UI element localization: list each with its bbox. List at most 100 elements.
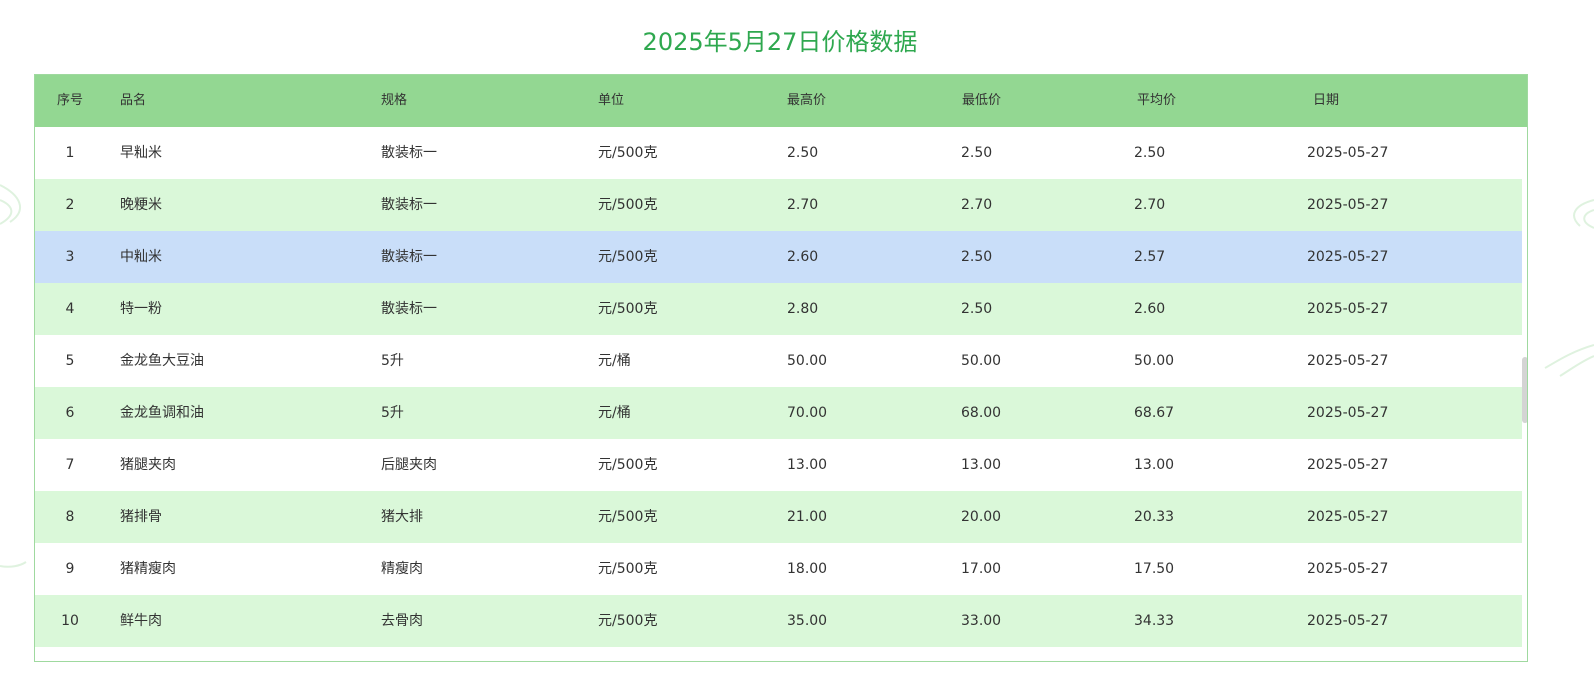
header-unit: 单位 [598, 93, 625, 108]
table-row[interactable]: 4 特一粉 散装标一 元/500克 2.80 2.50 2.60 2025-05-27 [35, 283, 1522, 335]
table-body[interactable]: 1 早籼米 散装标一 元/500克 2.50 2.50 2.50 2025-05-27 2 晚粳米… [35, 127, 1522, 647]
table-row[interactable]: 3 中籼米 散装标一 元/500克 2.60 2.50 2.57 2025-05-27 [35, 231, 1522, 283]
price-page: 2025年5月27日价格数据 序号 品名 规格 单位 最高价 最低价 平均价 日… [0, 0, 1594, 690]
table-row[interactable]: 9 猪精瘦肉 精瘦肉 元/500克 18.00 17.00 17.50 2025-05-27 [35, 543, 1522, 595]
header-spec: 规格 [381, 93, 408, 108]
header-date: 日期 [1313, 93, 1340, 108]
cell-avg-price: 13.00 [1134, 457, 1175, 473]
cell-min-price: 50.00 [961, 353, 1002, 369]
header-avg-price: 平均价 [1137, 93, 1177, 108]
cell-max-price: 21.00 [787, 509, 828, 525]
cell-index: 1 [65, 145, 75, 161]
cell-index: 6 [65, 405, 75, 421]
cell-avg-price: 2.60 [1134, 301, 1166, 317]
table-row[interactable]: 1 早籼米 散装标一 元/500克 2.50 2.50 2.50 2025-05-27 [35, 127, 1522, 179]
cell-spec: 猪大排 [381, 509, 423, 525]
cell-spec: 散装标一 [381, 249, 437, 265]
header-min-price: 最低价 [962, 93, 1002, 108]
cell-unit: 元/500克 [598, 145, 658, 161]
cell-avg-price: 20.33 [1134, 509, 1175, 525]
cell-unit: 元/500克 [598, 457, 658, 473]
cell-index: 7 [65, 457, 75, 473]
cell-index: 3 [65, 249, 75, 265]
cell-date: 2025-05-27 [1307, 509, 1389, 525]
cell-name: 猪精瘦肉 [120, 561, 176, 577]
cell-avg-price: 2.70 [1134, 197, 1166, 213]
cell-max-price: 13.00 [787, 457, 828, 473]
cell-index: 5 [65, 353, 75, 369]
cell-spec: 后腿夹肉 [381, 457, 437, 473]
table-row[interactable]: 10 鲜牛肉 去骨肉 元/500克 35.00 33.00 34.33 2025-05-27 [35, 595, 1522, 647]
cell-min-price: 2.70 [961, 197, 993, 213]
cell-max-price: 18.00 [787, 561, 828, 577]
cell-min-price: 17.00 [961, 561, 1002, 577]
cell-min-price: 2.50 [961, 301, 993, 317]
cell-name: 猪排骨 [120, 509, 162, 525]
page-title: 2025年5月27日价格数据 [642, 28, 918, 56]
cell-name: 鲜牛肉 [120, 613, 162, 629]
cell-min-price: 2.50 [961, 249, 993, 265]
cell-unit: 元/500克 [598, 509, 658, 525]
price-table: 序号 品名 规格 单位 最高价 最低价 平均价 日期 1 早籼米 散装标一 元/500… [34, 74, 1528, 662]
cell-spec: 散装标一 [381, 301, 437, 317]
cell-max-price: 50.00 [787, 353, 828, 369]
cell-date: 2025-05-27 [1307, 405, 1389, 421]
cell-unit: 元/500克 [598, 613, 658, 629]
cell-name: 金龙鱼调和油 [120, 405, 204, 421]
cell-unit: 元/500克 [598, 197, 658, 213]
header-index: 序号 [56, 93, 83, 108]
cell-date: 2025-05-27 [1307, 145, 1389, 161]
cell-avg-price: 68.67 [1134, 405, 1175, 421]
cell-index: 8 [65, 509, 75, 525]
cell-max-price: 70.00 [787, 405, 828, 421]
cell-max-price: 2.60 [787, 249, 819, 265]
cell-min-price: 20.00 [961, 509, 1002, 525]
cell-name: 猪腿夹肉 [120, 457, 176, 473]
cell-spec: 散装标一 [381, 145, 437, 161]
scrollbar-thumb[interactable] [1522, 357, 1527, 423]
cell-max-price: 2.50 [787, 145, 819, 161]
cell-index: 9 [65, 561, 75, 577]
cell-date: 2025-05-27 [1307, 197, 1389, 213]
cell-unit: 元/桶 [598, 405, 631, 421]
table-row[interactable]: 2 晚粳米 散装标一 元/500克 2.70 2.70 2.70 2025-05-27 [35, 179, 1522, 231]
cell-max-price: 35.00 [787, 613, 828, 629]
cell-avg-price: 50.00 [1134, 353, 1175, 369]
cell-name: 早籼米 [120, 145, 162, 161]
cell-date: 2025-05-27 [1307, 353, 1389, 369]
cell-spec: 去骨肉 [381, 613, 423, 629]
table-header: 序号 品名 规格 单位 最高价 最低价 平均价 日期 [35, 75, 1527, 127]
cell-date: 2025-05-27 [1307, 561, 1389, 577]
cell-max-price: 2.80 [787, 301, 819, 317]
cell-date: 2025-05-27 [1307, 249, 1389, 265]
cell-date: 2025-05-27 [1307, 301, 1389, 317]
cell-date: 2025-05-27 [1307, 457, 1389, 473]
cell-unit: 元/500克 [598, 561, 658, 577]
cell-unit: 元/500克 [598, 249, 658, 265]
header-max-price: 最高价 [787, 93, 827, 108]
cell-avg-price: 34.33 [1134, 613, 1175, 629]
cell-unit: 元/桶 [598, 353, 631, 369]
cell-min-price: 68.00 [961, 405, 1002, 421]
cell-avg-price: 2.57 [1134, 249, 1166, 265]
cell-index: 10 [61, 613, 79, 629]
cell-spec: 5升 [381, 405, 404, 421]
cell-min-price: 33.00 [961, 613, 1002, 629]
cell-name: 晚粳米 [120, 197, 162, 213]
cell-unit: 元/500克 [598, 301, 658, 317]
cell-spec: 5升 [381, 353, 404, 369]
table-row[interactable]: 6 金龙鱼调和油 5升 元/桶 70.00 68.00 68.67 2025-05-27 [35, 387, 1522, 439]
cell-index: 4 [65, 301, 75, 317]
cell-spec: 散装标一 [381, 197, 437, 213]
table-row[interactable]: 8 猪排骨 猪大排 元/500克 21.00 20.00 20.33 2025-05-27 [35, 491, 1522, 543]
cell-name: 特一粉 [120, 301, 162, 317]
header-name: 品名 [120, 93, 147, 108]
cell-name: 金龙鱼大豆油 [120, 353, 204, 369]
cell-max-price: 2.70 [787, 197, 819, 213]
table-row[interactable]: 5 金龙鱼大豆油 5升 元/桶 50.00 50.00 50.00 2025-05-27 [35, 335, 1522, 387]
cell-date: 2025-05-27 [1307, 613, 1389, 629]
cell-min-price: 2.50 [961, 145, 993, 161]
cell-min-price: 13.00 [961, 457, 1002, 473]
table-row[interactable]: 7 猪腿夹肉 后腿夹肉 元/500克 13.00 13.00 13.00 2025-05-27 [35, 439, 1522, 491]
cell-index: 2 [65, 197, 75, 213]
